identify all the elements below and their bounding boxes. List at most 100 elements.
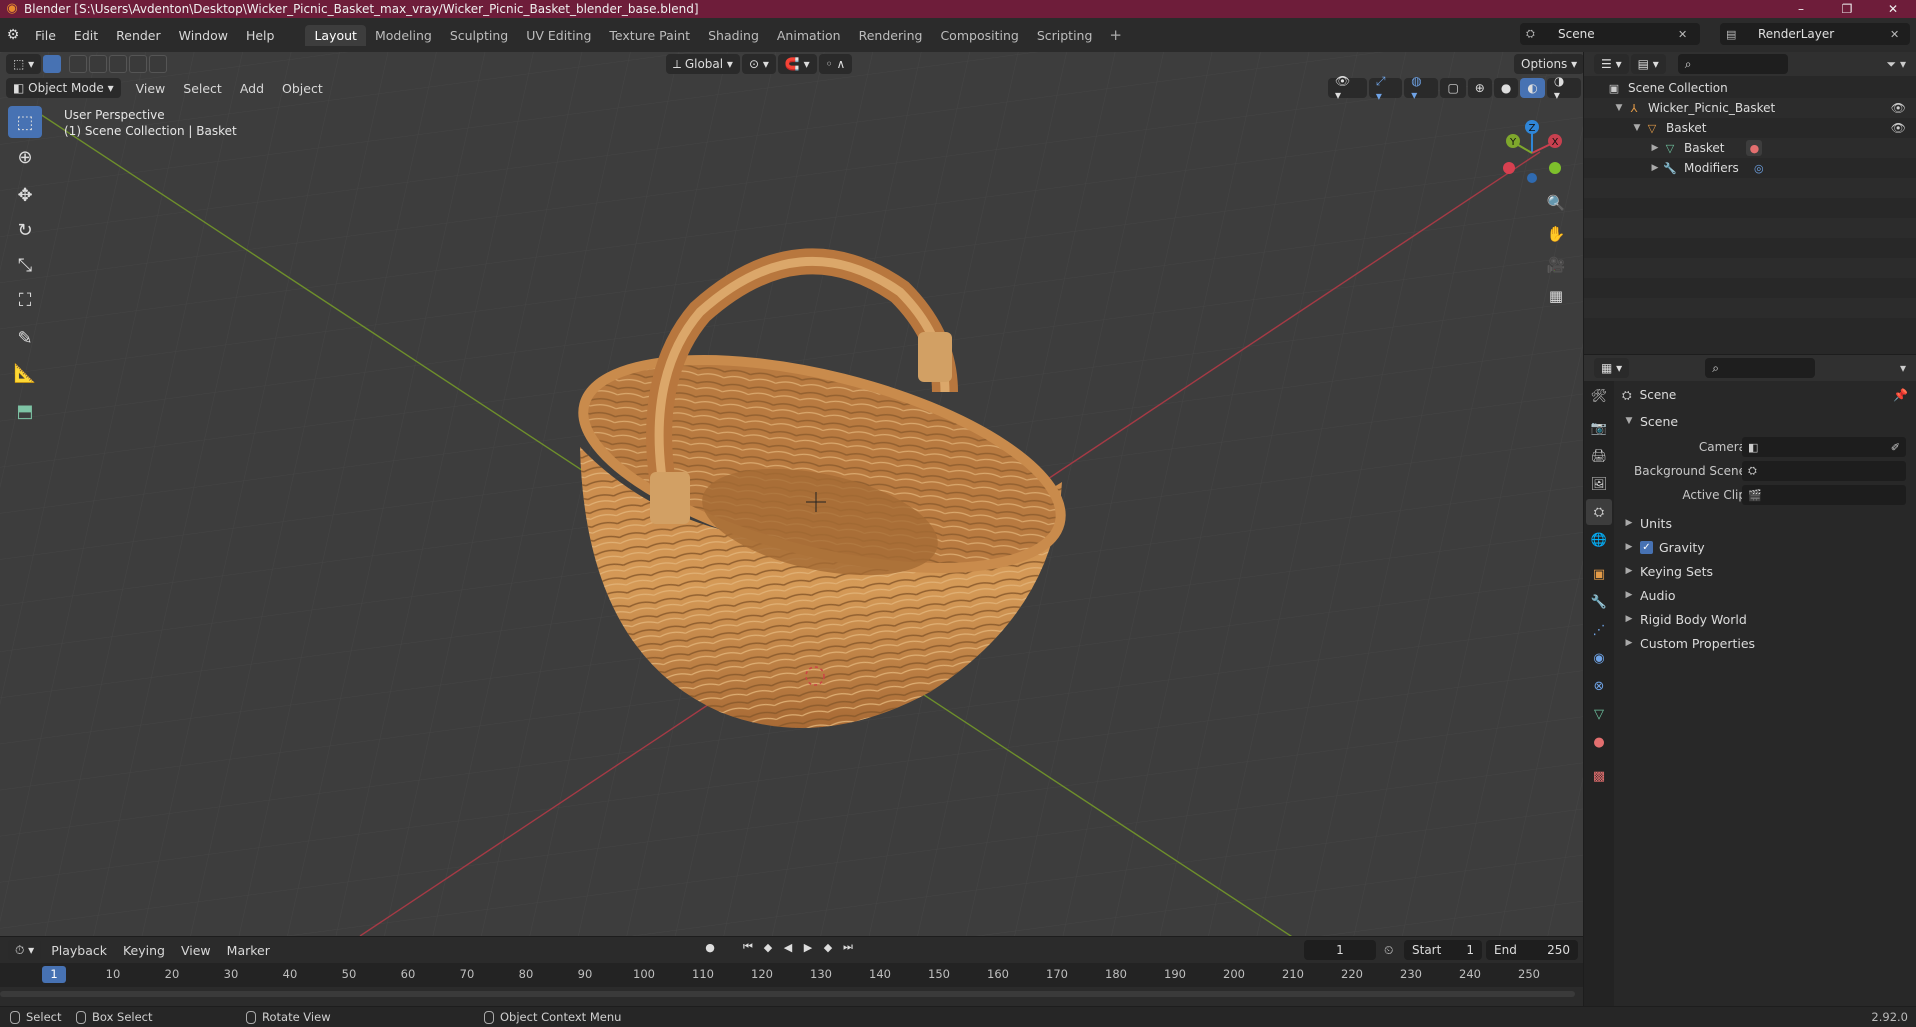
panel-custom-properties[interactable]: ▶ Custom Properties xyxy=(1614,631,1916,655)
panel-keying-sets[interactable]: ▶ Keying Sets xyxy=(1614,559,1916,583)
pin-icon[interactable]: 📌 xyxy=(1893,388,1908,402)
object-tab-icon[interactable]: ▣ xyxy=(1586,561,1612,587)
timeline-menu-marker[interactable]: Marker xyxy=(219,943,278,958)
tab-texture-paint[interactable]: Texture Paint xyxy=(600,25,699,46)
output-tab-icon[interactable]: 🖨 xyxy=(1586,443,1612,469)
expand-arrow-icon[interactable]: ▼ xyxy=(1612,103,1626,113)
editor-type-selector[interactable]: ⬚ ▾ xyxy=(6,54,42,74)
texture-tab-icon[interactable]: ▩ xyxy=(1586,763,1612,789)
viewport-menu-add[interactable]: Add xyxy=(231,81,273,96)
view-layer-tab-icon[interactable]: 🖼 xyxy=(1586,471,1612,497)
menu-edit[interactable]: Edit xyxy=(65,28,107,43)
select-mode-subtract-icon[interactable] xyxy=(109,55,128,73)
gizmo-toggle[interactable]: ⤢ ▾ xyxy=(1368,74,1403,103)
visibility-eye-icon[interactable]: 👁 xyxy=(1891,101,1906,115)
blender-menu-icon[interactable]: ⚙ xyxy=(0,27,26,43)
ortho-grid-icon[interactable]: ▦ xyxy=(1542,282,1570,310)
zoom-icon[interactable]: 🔍 xyxy=(1542,189,1570,217)
menu-file[interactable]: File xyxy=(26,28,65,43)
clock-icon[interactable]: ⏲ xyxy=(1384,943,1393,958)
select-box-tool-icon[interactable]: ⬚ xyxy=(8,106,42,138)
material-tab-icon[interactable]: ● xyxy=(1586,729,1612,755)
play-icon[interactable]: ▶ xyxy=(798,941,818,954)
expand-arrow-icon[interactable]: ▶ xyxy=(1648,143,1662,153)
move-tool-icon[interactable]: ✥ xyxy=(8,179,42,211)
constraints-tab-icon[interactable]: ⊗ xyxy=(1586,673,1612,699)
rotate-tool-icon[interactable]: ↻ xyxy=(8,214,42,246)
panel-units[interactable]: ▶ Units xyxy=(1614,511,1916,535)
close-icon[interactable]: ✕ xyxy=(1678,28,1687,41)
shading-rendered-icon[interactable]: ◑ ▾ xyxy=(1546,74,1581,102)
add-cube-tool-icon[interactable]: ⬒ xyxy=(8,395,42,427)
tab-compositing[interactable]: Compositing xyxy=(931,25,1027,46)
timeline-editor-type[interactable]: ⏱ ▾ xyxy=(8,940,42,960)
tab-shading[interactable]: Shading xyxy=(699,25,768,46)
add-workspace-button[interactable]: + xyxy=(1101,26,1130,44)
outliner-item-basket-object[interactable]: ▼ ▽ Basket 👁 xyxy=(1584,118,1916,138)
tab-uv-editing[interactable]: UV Editing xyxy=(517,25,600,46)
select-tool-icon[interactable] xyxy=(43,55,62,73)
outliner-display-mode[interactable]: ▤ ▾ xyxy=(1630,54,1666,74)
close-button[interactable]: ✕ xyxy=(1870,0,1916,18)
viewport-menu-object[interactable]: Object xyxy=(273,81,332,96)
particles-tab-icon[interactable]: ⋰ xyxy=(1586,617,1612,643)
tab-modeling[interactable]: Modeling xyxy=(366,25,441,46)
navigation-gizmo[interactable]: Z X Y xyxy=(1497,118,1567,188)
modifier-tab-icon[interactable]: 🔧 xyxy=(1586,589,1612,615)
select-mode-new-icon[interactable] xyxy=(69,55,88,73)
object-mode-dropdown[interactable]: ◧ Object Mode ▾ xyxy=(6,78,121,98)
timeline-menu-playback[interactable]: Playback xyxy=(43,943,115,958)
scene-selector[interactable]: ⛭ Scene ✕ xyxy=(1520,23,1700,45)
tab-sculpting[interactable]: Sculpting xyxy=(441,25,517,46)
record-icon[interactable]: ● xyxy=(700,941,720,954)
eyedropper-icon[interactable]: ✐ xyxy=(1891,441,1900,454)
properties-editor-type[interactable]: ▦ ▾ xyxy=(1594,358,1630,378)
chevron-down-icon[interactable]: ▾ xyxy=(1900,361,1906,375)
transform-orientation-dropdown[interactable]: ⟂ Global ▾ xyxy=(666,54,740,74)
maximize-button[interactable]: ❐ xyxy=(1824,0,1870,18)
transform-tool-icon[interactable]: ⛶ xyxy=(8,284,42,316)
3d-viewport[interactable]: ⬚ ▾ ⟂ Global ▾ ⊙ ▾ 🧲 ▾ ◦ ∧ Options ▾ ◧ O… xyxy=(0,52,1583,936)
pivot-point-dropdown[interactable]: ⊙ ▾ xyxy=(741,54,776,74)
panel-gravity[interactable]: ▶ ✓ Gravity xyxy=(1614,535,1916,559)
menu-window[interactable]: Window xyxy=(170,28,237,43)
annotate-tool-icon[interactable]: ✎ xyxy=(8,322,42,354)
shading-material-icon[interactable]: ◐ xyxy=(1520,78,1545,98)
tool-tab-icon[interactable]: 🛠 xyxy=(1586,383,1612,409)
frame-ruler[interactable]: 1 10 20 30 40 50 60 70 80 90 100 110 120 130 140 150 16… xyxy=(0,963,1583,987)
tab-scripting[interactable]: Scripting xyxy=(1028,25,1102,46)
tab-layout[interactable]: Layout xyxy=(305,24,366,46)
visibility-eye-icon[interactable]: 👁 xyxy=(1891,121,1906,135)
timeline-scrollbar[interactable] xyxy=(0,991,1575,997)
minimize-button[interactable]: – xyxy=(1778,0,1824,18)
outliner-item-modifiers[interactable]: ▶ 🔧 Modifiers ◎ xyxy=(1584,158,1916,178)
viewport-menu-select[interactable]: Select xyxy=(174,81,231,96)
shading-solid-icon[interactable]: ● xyxy=(1493,78,1519,98)
active-clip-field[interactable]: 🎬 xyxy=(1742,485,1906,505)
prev-keyframe-icon[interactable]: ◆ xyxy=(758,941,778,954)
menu-render[interactable]: Render xyxy=(107,28,170,43)
data-tab-icon[interactable]: ▽ xyxy=(1586,701,1612,727)
proportional-edit-toggle[interactable]: ◦ ∧ xyxy=(818,54,853,74)
outliner-editor-type[interactable]: ☰ ▾ xyxy=(1594,54,1629,74)
shading-wireframe-icon[interactable]: ⊕ xyxy=(1467,78,1492,98)
timeline-menu-view[interactable]: View xyxy=(173,943,219,958)
start-frame-field[interactable]: Start 1 xyxy=(1404,940,1482,960)
timeline-editor[interactable]: ⏱ ▾ Playback Keying View Marker ● ⏮ ◆ ◀ … xyxy=(0,937,1583,1006)
render-tab-icon[interactable]: 📷 xyxy=(1586,415,1612,441)
modifier-icon[interactable]: ◎ xyxy=(1751,160,1767,176)
end-frame-field[interactable]: End 250 xyxy=(1486,940,1578,960)
overlays-toggle[interactable]: ◍ ▾ xyxy=(1404,74,1439,102)
physics-tab-icon[interactable]: ◉ xyxy=(1586,645,1612,671)
gravity-checkbox[interactable]: ✓ xyxy=(1640,540,1653,554)
select-mode-extend-icon[interactable] xyxy=(89,55,108,73)
xray-toggle[interactable]: ▢ xyxy=(1440,78,1466,98)
playhead[interactable]: 1 xyxy=(42,966,66,983)
viewport-menu-view[interactable]: View xyxy=(127,81,175,96)
menu-help[interactable]: Help xyxy=(237,28,284,43)
next-keyframe-icon[interactable]: ◆ xyxy=(818,941,838,954)
tab-animation[interactable]: Animation xyxy=(768,25,850,46)
camera-view-icon[interactable]: 🎥 xyxy=(1542,251,1570,279)
expand-arrow-icon[interactable]: ▶ xyxy=(1648,163,1662,173)
panel-scene[interactable]: ▼ Scene xyxy=(1614,409,1916,433)
